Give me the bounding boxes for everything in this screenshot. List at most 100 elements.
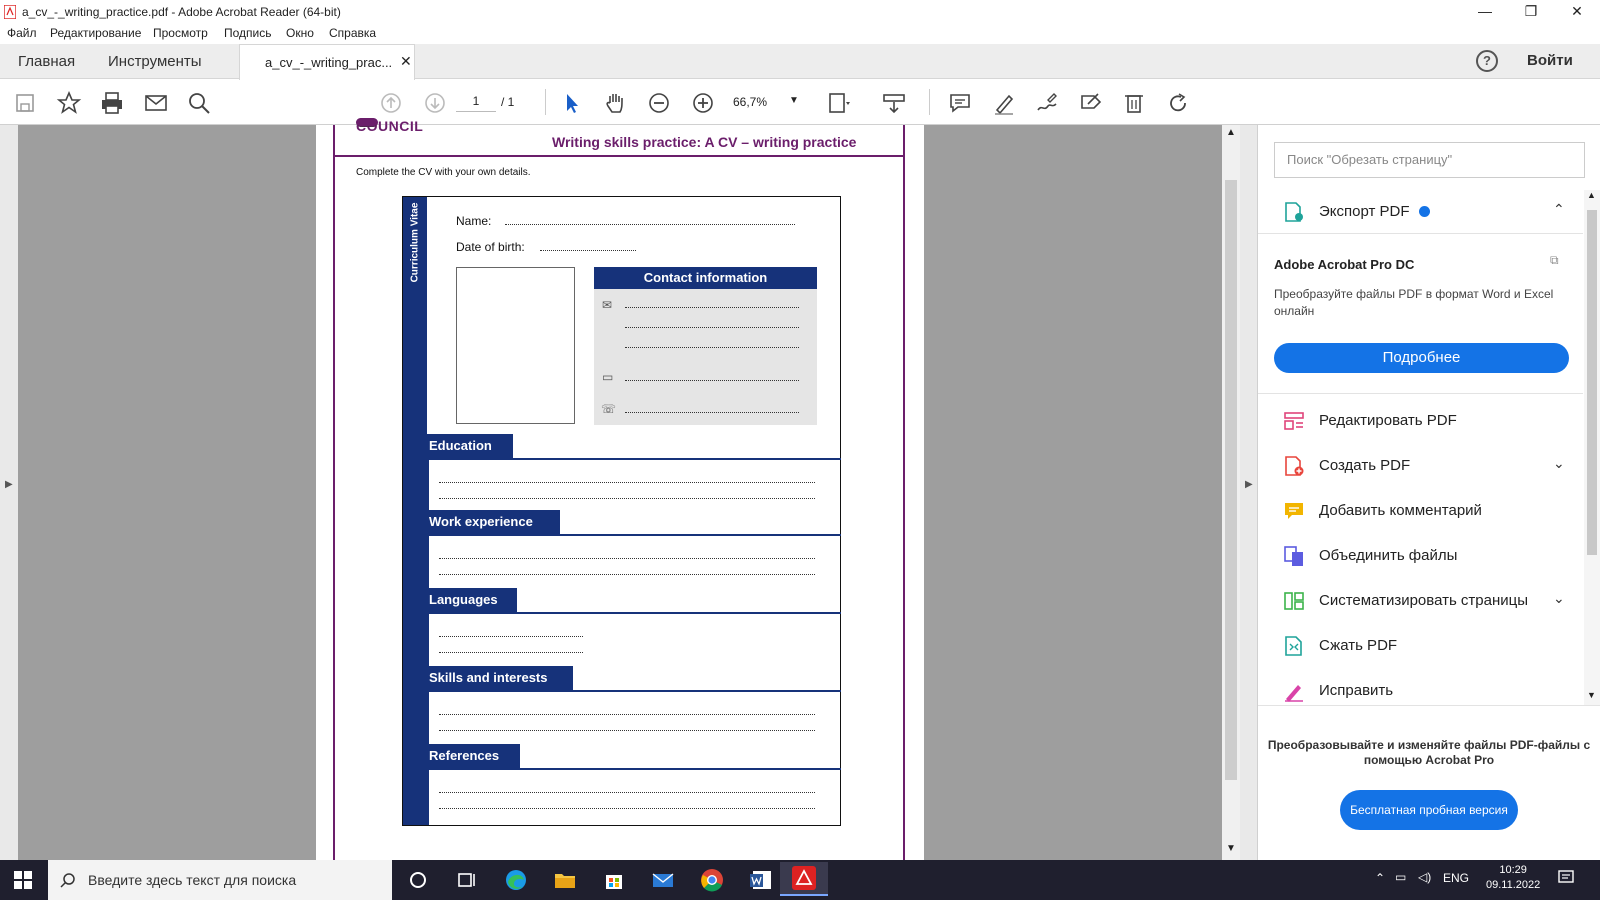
language-indicator[interactable]: ENG bbox=[1443, 871, 1469, 885]
zoom-out-icon[interactable] bbox=[646, 90, 672, 116]
expand-left-icon[interactable]: ▶ bbox=[5, 479, 13, 490]
free-trial-button[interactable]: Бесплатная пробная версия bbox=[1340, 790, 1518, 830]
tool-label: Создать PDF bbox=[1319, 457, 1411, 474]
menu-file[interactable]: Файл bbox=[7, 26, 37, 40]
save-icon[interactable] bbox=[12, 90, 38, 116]
tab-document[interactable]: a_cv_-_writing_prac... ✕ bbox=[239, 44, 415, 80]
file-explorer-icon[interactable] bbox=[551, 866, 579, 894]
organize-pages-icon bbox=[1284, 592, 1304, 610]
help-icon[interactable]: ? bbox=[1476, 50, 1498, 72]
fix-pen-icon bbox=[1285, 685, 1303, 702]
clock[interactable]: 10:29 09.11.2022 bbox=[1486, 863, 1540, 893]
window-title: a_cv_-_writing_practice.pdf - Adobe Acro… bbox=[22, 5, 341, 19]
notifications-icon[interactable] bbox=[1557, 869, 1575, 887]
print-icon[interactable] bbox=[99, 90, 125, 116]
task-view-icon[interactable] bbox=[453, 866, 481, 894]
promo-text: Преобразовывайте и изменяйте файлы PDF-ф… bbox=[1267, 738, 1591, 767]
network-icon[interactable]: ▭ bbox=[1395, 870, 1406, 884]
scroll-mode-icon[interactable] bbox=[881, 90, 907, 116]
phone-icon: ☏ bbox=[601, 402, 617, 416]
menu-view[interactable]: Просмотр bbox=[153, 26, 208, 40]
chevron-down-icon[interactable]: ⌄ bbox=[1553, 455, 1565, 472]
word-icon[interactable] bbox=[747, 866, 775, 894]
document-scrollbar[interactable]: ▲ ▼ bbox=[1222, 125, 1240, 860]
delete-icon[interactable] bbox=[1121, 90, 1147, 116]
chevron-up-icon[interactable]: ⌃ bbox=[1375, 871, 1385, 885]
edge-browser-icon[interactable] bbox=[502, 866, 530, 894]
tool-create-pdf[interactable]: Создать PDF ⌄ bbox=[1283, 453, 1583, 481]
cortana-icon[interactable] bbox=[404, 866, 432, 894]
tab-home[interactable]: Главная bbox=[18, 53, 75, 70]
bookmark-star-icon[interactable] bbox=[56, 90, 82, 116]
tool-label: Систематизировать страницы bbox=[1319, 592, 1529, 609]
export-pdf-row[interactable]: Экспорт PDF ⌃ bbox=[1283, 199, 1583, 227]
chevron-down-icon[interactable]: ⌄ bbox=[1553, 590, 1565, 607]
sign-icon[interactable] bbox=[1034, 90, 1060, 116]
scroll-down-icon[interactable]: ▼ bbox=[1587, 690, 1596, 700]
page-total: / 1 bbox=[501, 95, 515, 109]
search-icon bbox=[60, 873, 75, 888]
address-line bbox=[625, 347, 799, 348]
prev-page-icon[interactable] bbox=[378, 90, 404, 116]
page-number-input[interactable]: 1 bbox=[456, 94, 496, 112]
expand-right-icon[interactable]: ▶ bbox=[1245, 479, 1253, 490]
tool-combine-files[interactable]: Объединить файлы bbox=[1283, 543, 1583, 571]
tool-edit-pdf[interactable]: Редактировать PDF bbox=[1283, 408, 1583, 436]
volume-icon[interactable]: ◁) bbox=[1418, 870, 1431, 884]
chevron-down-icon[interactable]: ▼ bbox=[789, 95, 799, 106]
section-heading: Languages bbox=[427, 588, 517, 612]
fill-sign-icon[interactable] bbox=[1078, 90, 1104, 116]
tool-organize-pages[interactable]: Систематизировать страницы ⌄ bbox=[1283, 588, 1583, 616]
acrobat-taskbar-button[interactable] bbox=[780, 862, 828, 896]
taskbar-search-input[interactable]: Введите здесь текст для поиска bbox=[48, 860, 392, 900]
maximize-button[interactable]: ❐ bbox=[1508, 0, 1554, 24]
fit-page-icon[interactable] bbox=[826, 90, 852, 116]
section-rule bbox=[427, 768, 841, 770]
next-page-icon[interactable] bbox=[422, 90, 448, 116]
select-cursor-icon[interactable] bbox=[559, 90, 585, 116]
minimize-button[interactable]: — bbox=[1462, 0, 1508, 24]
scroll-up-icon[interactable]: ▲ bbox=[1226, 127, 1236, 138]
chrome-icon[interactable] bbox=[698, 866, 726, 894]
section-heading: Education bbox=[427, 434, 513, 458]
right-panel-toggle[interactable]: ▶ bbox=[1240, 125, 1258, 860]
mail-icon[interactable] bbox=[649, 866, 677, 894]
tool-fix[interactable]: Исправить bbox=[1283, 678, 1583, 706]
menu-sign[interactable]: Подпись bbox=[224, 26, 272, 40]
menu-window[interactable]: Окно bbox=[286, 26, 314, 40]
rotate-icon[interactable] bbox=[1165, 90, 1191, 116]
highlight-icon[interactable] bbox=[991, 90, 1017, 116]
scrollbar-thumb[interactable] bbox=[1225, 180, 1237, 780]
scroll-down-icon[interactable]: ▼ bbox=[1226, 843, 1236, 854]
menu-bar: Файл Редактирование Просмотр Подпись Окн… bbox=[0, 24, 1600, 44]
phone-line bbox=[625, 412, 799, 413]
create-pdf-icon bbox=[1285, 456, 1304, 476]
email-icon[interactable] bbox=[143, 90, 169, 116]
learn-more-button[interactable]: Подробнее bbox=[1274, 343, 1569, 373]
tools-scrollbar[interactable]: ▲ ▼ bbox=[1584, 190, 1600, 705]
tab-tools[interactable]: Инструменты bbox=[108, 53, 202, 70]
search-zoom-icon[interactable] bbox=[186, 90, 212, 116]
scrollbar-thumb[interactable] bbox=[1587, 210, 1597, 555]
info-icon[interactable]: ⧉ bbox=[1550, 253, 1559, 268]
scroll-up-icon[interactable]: ▲ bbox=[1587, 190, 1596, 200]
left-panel-toggle[interactable]: ▶ bbox=[0, 125, 18, 860]
section-edge bbox=[427, 612, 429, 666]
tool-add-comment[interactable]: Добавить комментарий bbox=[1283, 498, 1583, 526]
zoom-in-icon[interactable] bbox=[690, 90, 716, 116]
close-window-button[interactable]: ✕ bbox=[1554, 0, 1600, 24]
tool-compress-pdf[interactable]: Сжать PDF bbox=[1283, 633, 1583, 661]
tab-close-icon[interactable]: ✕ bbox=[400, 53, 412, 70]
badge-icon bbox=[1419, 206, 1430, 217]
menu-help[interactable]: Справка bbox=[329, 26, 376, 40]
menu-edit[interactable]: Редактирование bbox=[50, 26, 141, 40]
windows-start-icon[interactable] bbox=[14, 871, 32, 889]
comment-icon[interactable] bbox=[947, 90, 973, 116]
comment-tool-icon bbox=[1285, 503, 1303, 519]
store-icon[interactable] bbox=[600, 866, 628, 894]
chevron-up-icon[interactable]: ⌃ bbox=[1553, 201, 1565, 218]
zoom-level-field[interactable]: 66,7% bbox=[733, 95, 767, 109]
tools-search-input[interactable]: Поиск "Обрезать страницу" bbox=[1274, 142, 1585, 178]
hand-icon[interactable] bbox=[602, 90, 628, 116]
signin-button[interactable]: Войти bbox=[1527, 52, 1573, 69]
